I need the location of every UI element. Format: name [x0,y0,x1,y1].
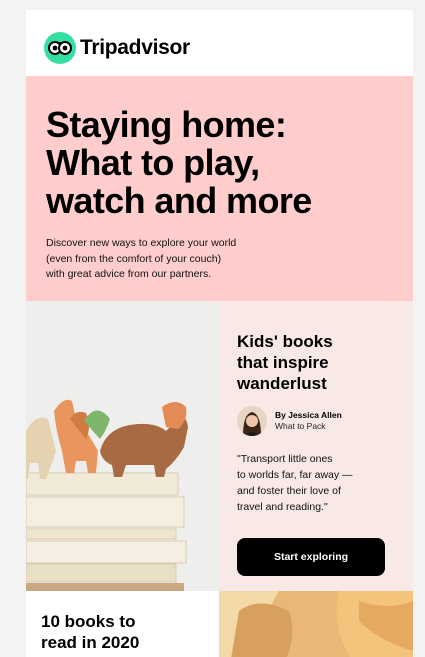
start-exploring-button[interactable]: Start exploring [237,538,385,576]
tripadvisor-logo[interactable]: Tripadvisor [44,32,190,64]
hero-title: Staying home: What to play, watch and mo… [46,106,396,220]
hero-banner: Staying home: What to play, watch and mo… [26,76,413,301]
brand-name: Tripadvisor [80,36,190,59]
page: Tripadvisor Staying home: What to play, … [0,0,425,657]
feature-quote-line: travel and reading." [237,501,328,513]
bottom-title-line: 10 books to [41,612,136,631]
toy-dinosaurs-on-books-image[interactable] [26,301,219,591]
feature-title-line: wanderlust [237,374,327,393]
feature-quote: "Transport little ones to worlds far, fa… [237,451,397,515]
feature-title-line: Kids' books [237,332,333,351]
email-header: Tripadvisor [26,10,413,76]
feature-title-line: that inspire [237,353,329,372]
bottom-title[interactable]: 10 books to read in 2020 [41,611,201,653]
feature-section: Kids' books that inspire wanderlust By J… [26,301,413,591]
bottom-section: 10 books to read in 2020 [26,591,413,657]
author-role: What to Pack [275,421,326,431]
bottom-card: 10 books to read in 2020 [26,591,219,657]
hero-title-line: Staying home: [46,104,287,145]
feature-card: Kids' books that inspire wanderlust By J… [219,301,413,591]
hero-description-line: Discover new ways to explore your world [46,237,237,249]
bottom-title-line: read in 2020 [41,633,140,652]
email-container: Tripadvisor Staying home: What to play, … [26,10,413,657]
feature-quote-line: "Transport little ones [237,453,333,465]
hero-description: Discover new ways to explore your world … [46,236,306,283]
author-info: By Jessica Allen What to Pack [275,410,342,432]
hero-title-line: What to play, [46,142,260,183]
owl-eyes-icon [44,32,76,64]
author-byline: By Jessica Allen What to Pack [237,406,342,436]
hero-description-line: (even from the comfort of your couch) [46,252,222,265]
child-reading-image[interactable] [219,591,413,657]
hero-title-line: watch and more [46,180,312,221]
feature-quote-line: and foster their love of [237,485,341,497]
hero-description-line: with great advice from our partners. [46,268,212,280]
feature-title: Kids' books that inspire wanderlust [237,331,397,394]
feature-quote-line: to worlds far, far away — [237,469,353,481]
author-name[interactable]: By Jessica Allen [275,410,342,421]
avatar [237,406,267,436]
